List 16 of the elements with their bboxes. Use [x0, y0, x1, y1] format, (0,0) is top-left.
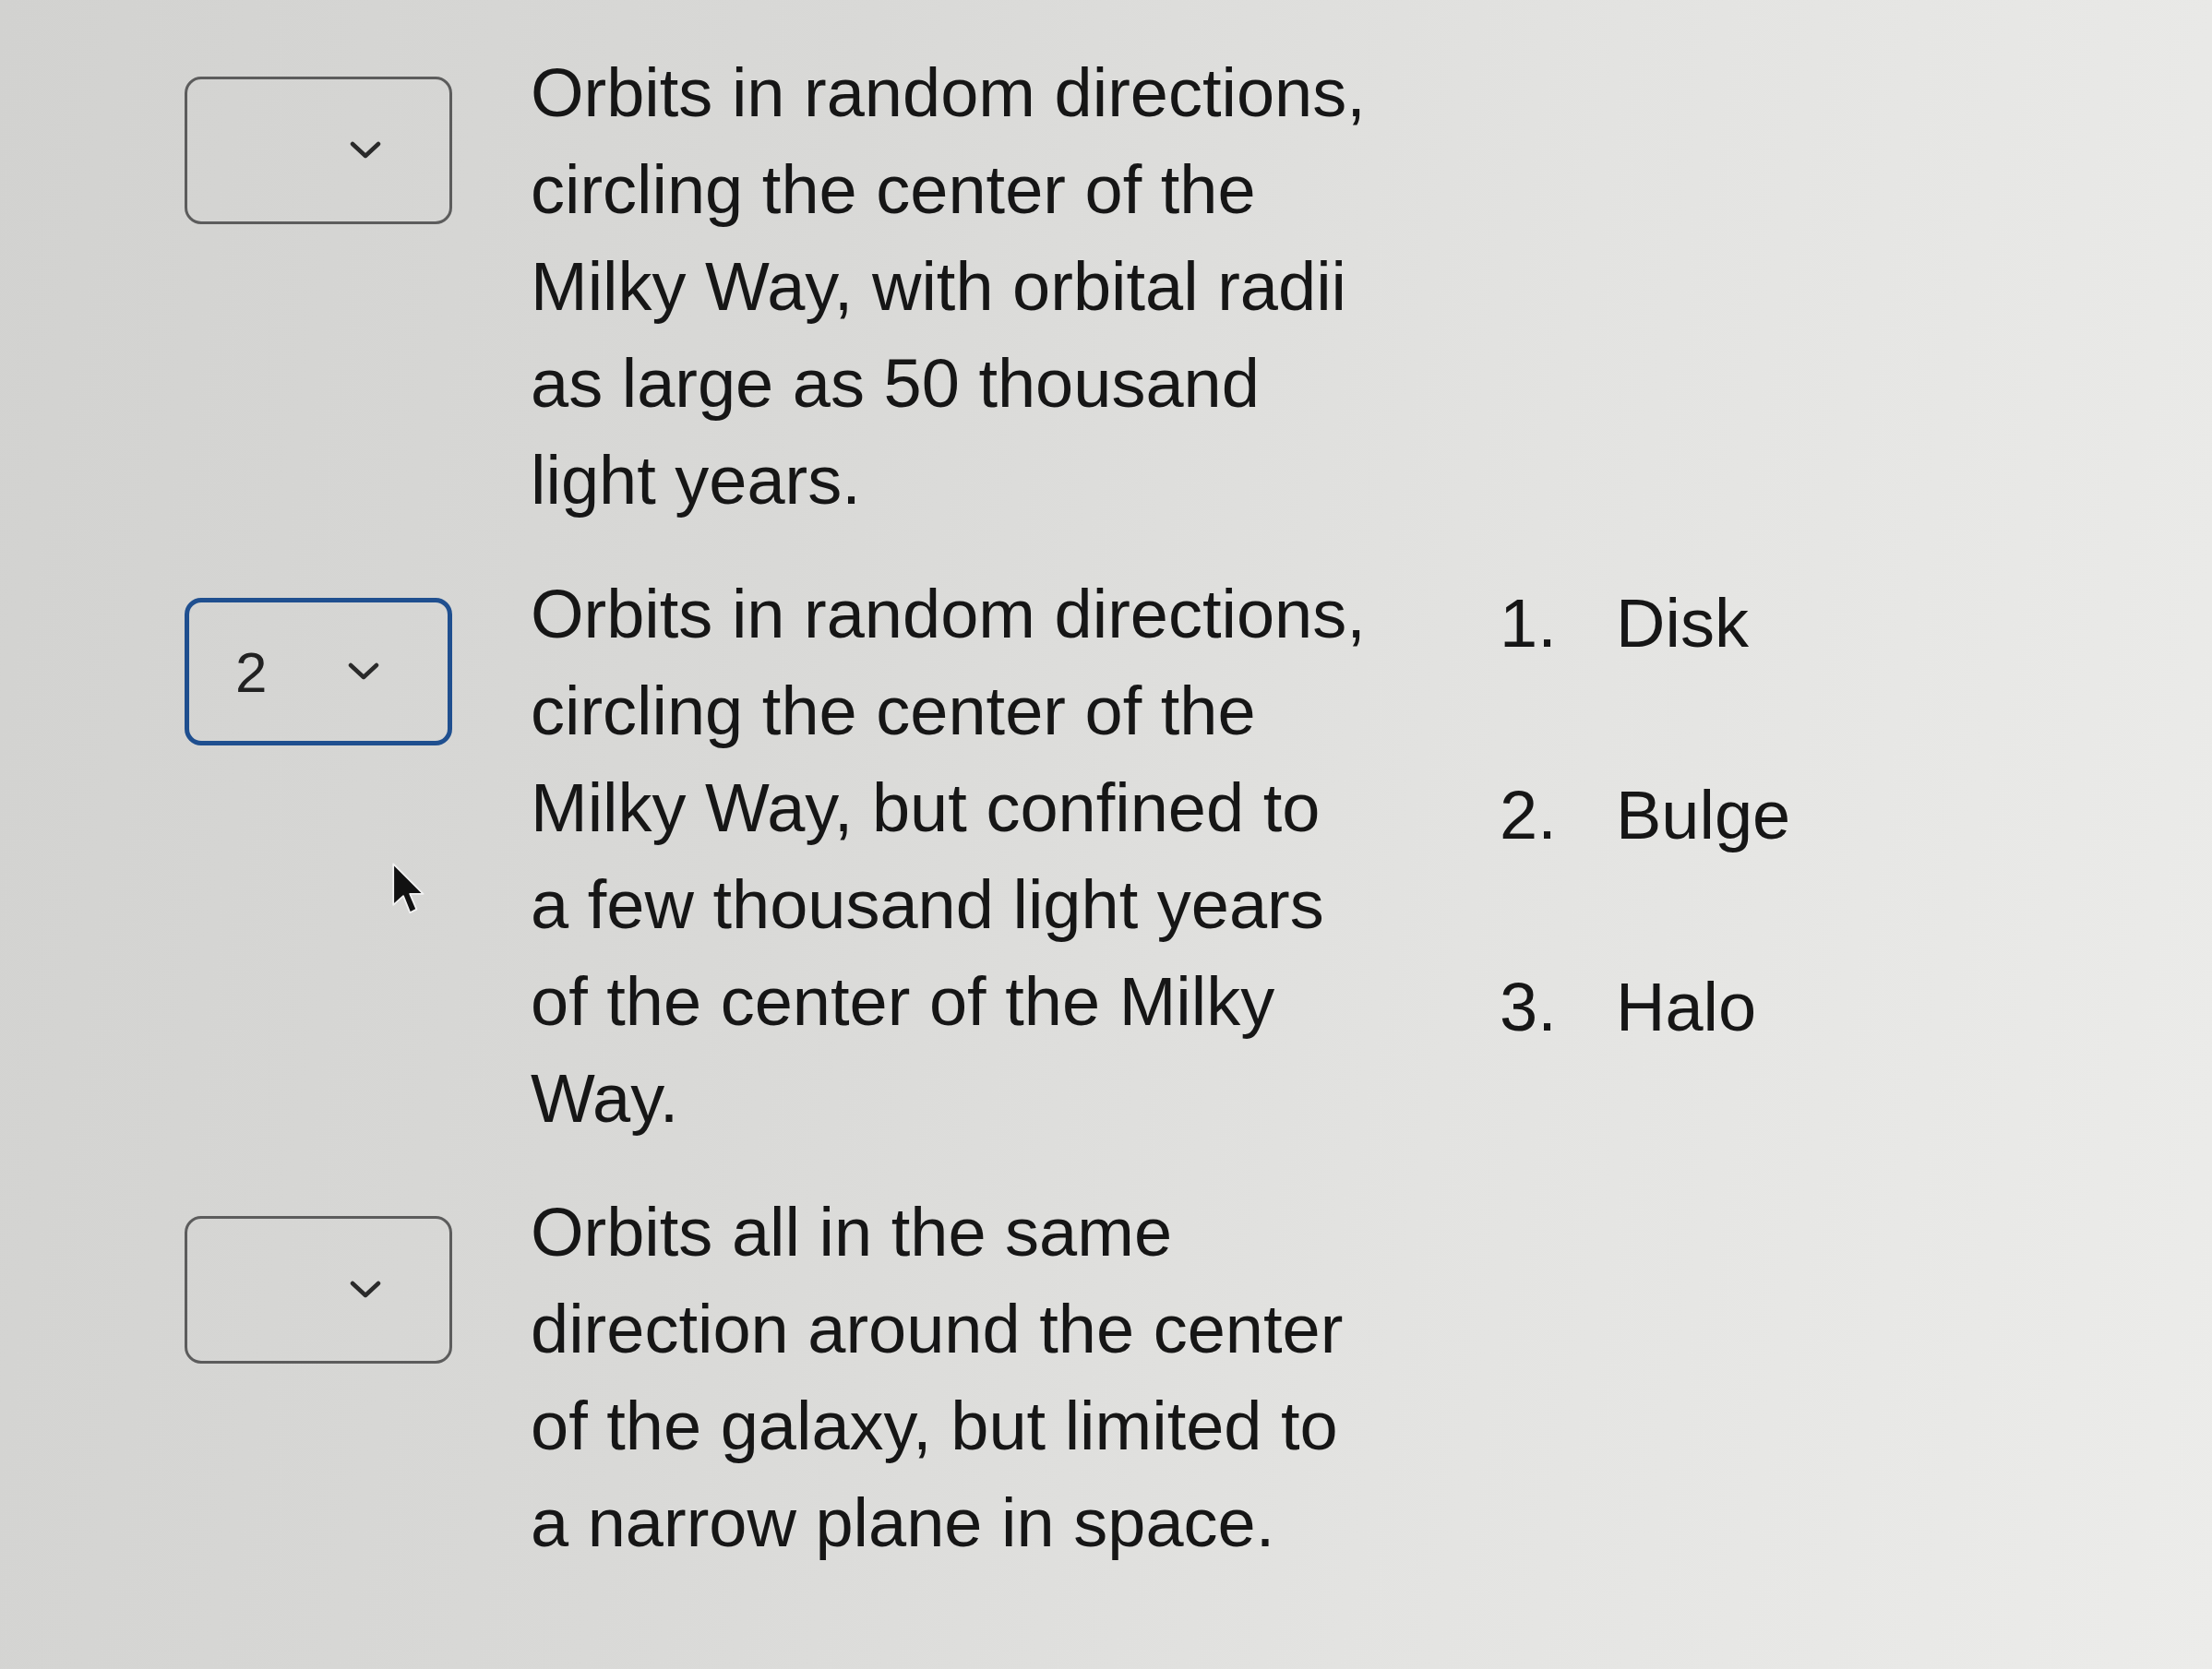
- mouse-pointer-icon: [392, 863, 425, 916]
- dropdown[interactable]: [185, 77, 452, 224]
- chevron-down-icon: [350, 1281, 381, 1299]
- dropdown[interactable]: [185, 1216, 452, 1364]
- chevron-down-icon: [350, 141, 381, 160]
- statement-text: Orbits in random directions, circling the center of the Milky Way, but confined to a few thousand light years of the center of the Milky Way.: [531, 575, 1367, 1138]
- choice-label: Disk: [1616, 584, 1749, 663]
- choice-number: 1.: [1500, 584, 1558, 663]
- dropdown[interactable]: 2: [185, 598, 452, 745]
- statement-text: Orbits in random directions, circling the center of the Milky Way, with orbital radii as large as 50 thousand light years.: [531, 54, 1367, 520]
- choice-label: Halo: [1616, 968, 1757, 1047]
- choice-label: Bulge: [1616, 776, 1791, 855]
- chevron-down-icon: [348, 662, 379, 681]
- statement-text: Orbits all in the same direction around the center of the galaxy, but limited to a narrow plane in space.: [531, 1193, 1345, 1563]
- choice-number: 3.: [1500, 968, 1558, 1047]
- choice-number: 2.: [1500, 776, 1558, 855]
